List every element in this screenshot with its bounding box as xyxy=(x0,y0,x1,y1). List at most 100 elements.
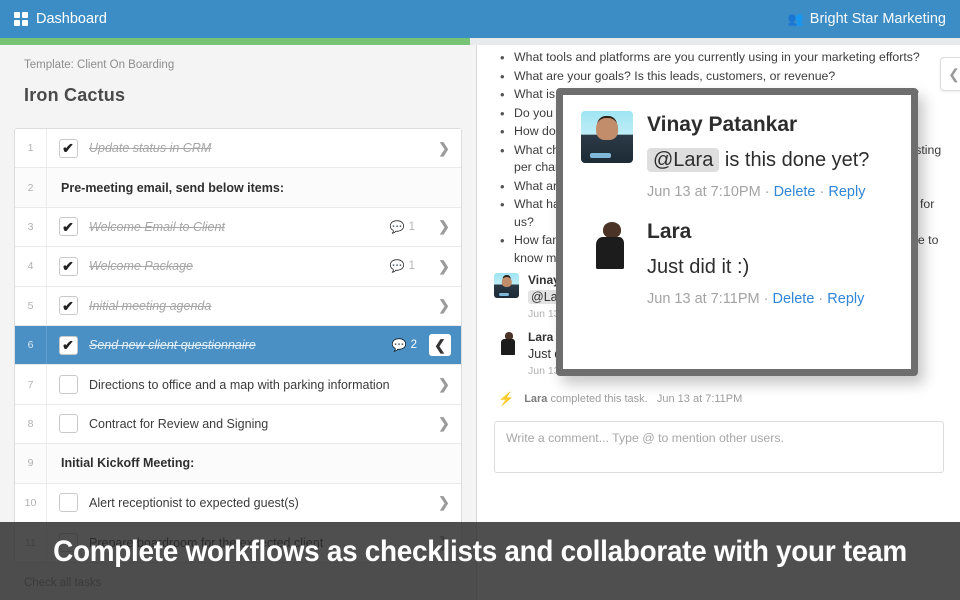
page-title: Iron Cactus xyxy=(24,85,126,105)
task-comment-count[interactable]: 💬 2 xyxy=(392,338,417,352)
popup-comment-text: @Lara is this done yet? xyxy=(647,147,893,173)
popup-delete-link[interactable]: Delete xyxy=(774,184,816,200)
template-label: Template: Client On Boarding xyxy=(24,59,175,71)
avatar xyxy=(581,111,633,163)
task-label: Welcome Package xyxy=(89,259,193,274)
task-checkbox-cell[interactable]: ✔ xyxy=(47,256,89,276)
popup-comment-text: Just did it :) xyxy=(647,254,893,280)
task-label: Initial meeting agenda xyxy=(89,298,212,313)
caption-text: Complete workflows as checklists and col… xyxy=(53,535,907,568)
task-number: 9 xyxy=(15,444,47,483)
task-open-arrow-icon[interactable]: ❮ xyxy=(429,334,451,357)
task-open-arrow-icon[interactable]: ❯ xyxy=(427,494,461,511)
task-comment-count[interactable]: 💬 1 xyxy=(390,259,415,273)
popup-comment-author: Lara xyxy=(647,220,692,243)
progress-bar-track xyxy=(0,38,960,45)
task-open-arrow-icon[interactable]: ❯ xyxy=(427,218,461,235)
checklist-panel: Template: Client On Boarding Iron Cactus… xyxy=(0,45,477,600)
bolt-icon: ⚡ xyxy=(498,391,515,406)
popup-comment-body: Just did it :) xyxy=(647,256,750,278)
task-number: 7 xyxy=(15,365,47,404)
popup-comment: Vinay Patankar @Lara is this done yet? Jun… xyxy=(581,111,893,200)
task-heading-label: Pre-meeting email, send below items: xyxy=(61,180,284,195)
activity-actor: Lara xyxy=(524,393,548,405)
task-row[interactable]: 3 ✔ Welcome Email to Client 💬 1 ❯ xyxy=(15,207,461,248)
task-row[interactable]: 10 Alert receptionist to expected guest(s… xyxy=(15,483,461,523)
task-row[interactable]: 9 Initial Kickoff Meeting: xyxy=(15,444,461,484)
popup-comment: Lara Just did it :) Jun 13 at 7:11PM · Del… xyxy=(581,218,893,307)
task-label: Alert receptionist to expected guest(s) xyxy=(89,495,299,510)
grid-icon xyxy=(14,12,28,26)
checkbox-checked[interactable]: ✔ xyxy=(58,296,78,316)
task-open-arrow-icon[interactable]: ❯ xyxy=(427,258,461,275)
task-number: 1 xyxy=(15,129,47,168)
task-row[interactable]: 8 Contract for Review and Signing ❯ xyxy=(15,404,461,445)
popup-delete-link[interactable]: Delete xyxy=(772,291,814,307)
task-number: 3 xyxy=(15,207,47,247)
popup-comment-time: Jun 13 at 7:11PM xyxy=(647,291,760,307)
comment-popup-callout: Vinay Patankar @Lara is this done yet? Jun… xyxy=(556,88,918,376)
checkbox-unchecked[interactable] xyxy=(58,375,78,395)
task-checkbox-cell[interactable]: ✔ xyxy=(47,138,89,158)
progress-bar-fill xyxy=(0,38,471,45)
task-row[interactable]: 7 Directions to office and a map with par… xyxy=(15,365,461,405)
comment-bubble-icon: 💬 xyxy=(389,259,405,274)
task-checkbox-cell[interactable]: ✔ xyxy=(47,217,89,237)
task-open-arrow-icon[interactable]: ❯ xyxy=(427,297,461,314)
task-checkbox-cell[interactable]: ✔ xyxy=(47,296,89,316)
avatar xyxy=(494,330,519,355)
avatar xyxy=(494,273,519,298)
comment-count-value: 1 xyxy=(408,220,415,233)
task-row[interactable]: 6 ✔ Send new client questionnaire 💬 2 ❮ xyxy=(15,325,461,366)
activity-entry: ⚡ Lara completed this task. Jun 13 at 7:… xyxy=(494,387,944,407)
checkbox-unchecked[interactable] xyxy=(58,414,78,434)
task-open-arrow-icon[interactable]: ❯ xyxy=(427,415,461,432)
comment-bubble-icon: 💬 xyxy=(389,219,405,234)
organization-label: Bright Star Marketing xyxy=(809,11,946,27)
popup-reply-link[interactable]: Reply xyxy=(828,184,865,200)
task-number: 6 xyxy=(15,325,47,365)
task-number: 10 xyxy=(15,483,47,522)
people-icon: 👥 xyxy=(787,11,804,26)
task-row[interactable]: 5 ✔ Initial meeting agenda ❯ xyxy=(15,286,461,326)
popup-reply-link[interactable]: Reply xyxy=(827,291,864,307)
task-number: 2 xyxy=(15,168,47,207)
task-row[interactable]: 4 ✔ Welcome Package 💬 1 ❯ xyxy=(15,247,461,287)
task-checkbox-cell[interactable] xyxy=(47,414,89,434)
dashboard-label: Dashboard xyxy=(36,11,107,27)
comment-count-value: 1 xyxy=(408,260,415,273)
task-open-arrow-icon[interactable]: ❯ xyxy=(427,376,461,393)
task-label: Contract for Review and Signing xyxy=(89,416,269,431)
task-number: 8 xyxy=(15,404,47,444)
questionnaire-item: What tools and platforms are you current… xyxy=(500,49,944,67)
popup-comment-time: Jun 13 at 7:10PM xyxy=(647,184,761,200)
checkbox-unchecked[interactable] xyxy=(58,493,78,513)
task-comment-count[interactable]: 💬 1 xyxy=(390,220,415,234)
mention-tag: @Lara xyxy=(647,148,720,172)
checkbox-checked[interactable]: ✔ xyxy=(58,256,78,276)
comment-input[interactable]: Write a comment... Type @ to mention oth… xyxy=(494,421,944,473)
questionnaire-item: What are your goals? Is this leads, cust… xyxy=(500,68,944,86)
comment-count-value: 2 xyxy=(410,339,417,352)
popup-comment-author: Vinay Patankar xyxy=(647,113,798,136)
task-row[interactable]: 1 ✔ Update status in CRM ❯ xyxy=(15,129,461,169)
activity-time: Jun 13 at 7:11PM xyxy=(656,393,743,405)
task-label: Welcome Email to Client xyxy=(89,219,225,234)
popup-comment-body: is this done yet? xyxy=(719,149,870,171)
task-checkbox-cell[interactable]: ✔ xyxy=(47,335,89,355)
app-root: Dashboard 👥 Bright Star Marketing Templa… xyxy=(0,0,960,600)
task-open-arrow-icon[interactable]: ❯ xyxy=(427,140,461,157)
task-list: 1 ✔ Update status in CRM ❯ 2 Pre-meeting emai… xyxy=(14,128,462,564)
comment-bubble-icon: 💬 xyxy=(391,338,407,353)
task-checkbox-cell[interactable] xyxy=(47,375,89,395)
task-number: 4 xyxy=(15,247,47,286)
checkbox-checked[interactable]: ✔ xyxy=(58,335,78,355)
task-checkbox-cell[interactable] xyxy=(47,493,89,513)
organization-menu[interactable]: 👥 Bright Star Marketing xyxy=(788,11,946,27)
checkbox-checked[interactable]: ✔ xyxy=(58,138,78,158)
top-navigation-bar: Dashboard 👥 Bright Star Marketing xyxy=(0,0,960,38)
dashboard-link[interactable]: Dashboard xyxy=(14,11,107,27)
task-number: 5 xyxy=(15,286,47,325)
task-row[interactable]: 2 Pre-meeting email, send below items: xyxy=(15,168,461,208)
checkbox-checked[interactable]: ✔ xyxy=(58,217,78,237)
